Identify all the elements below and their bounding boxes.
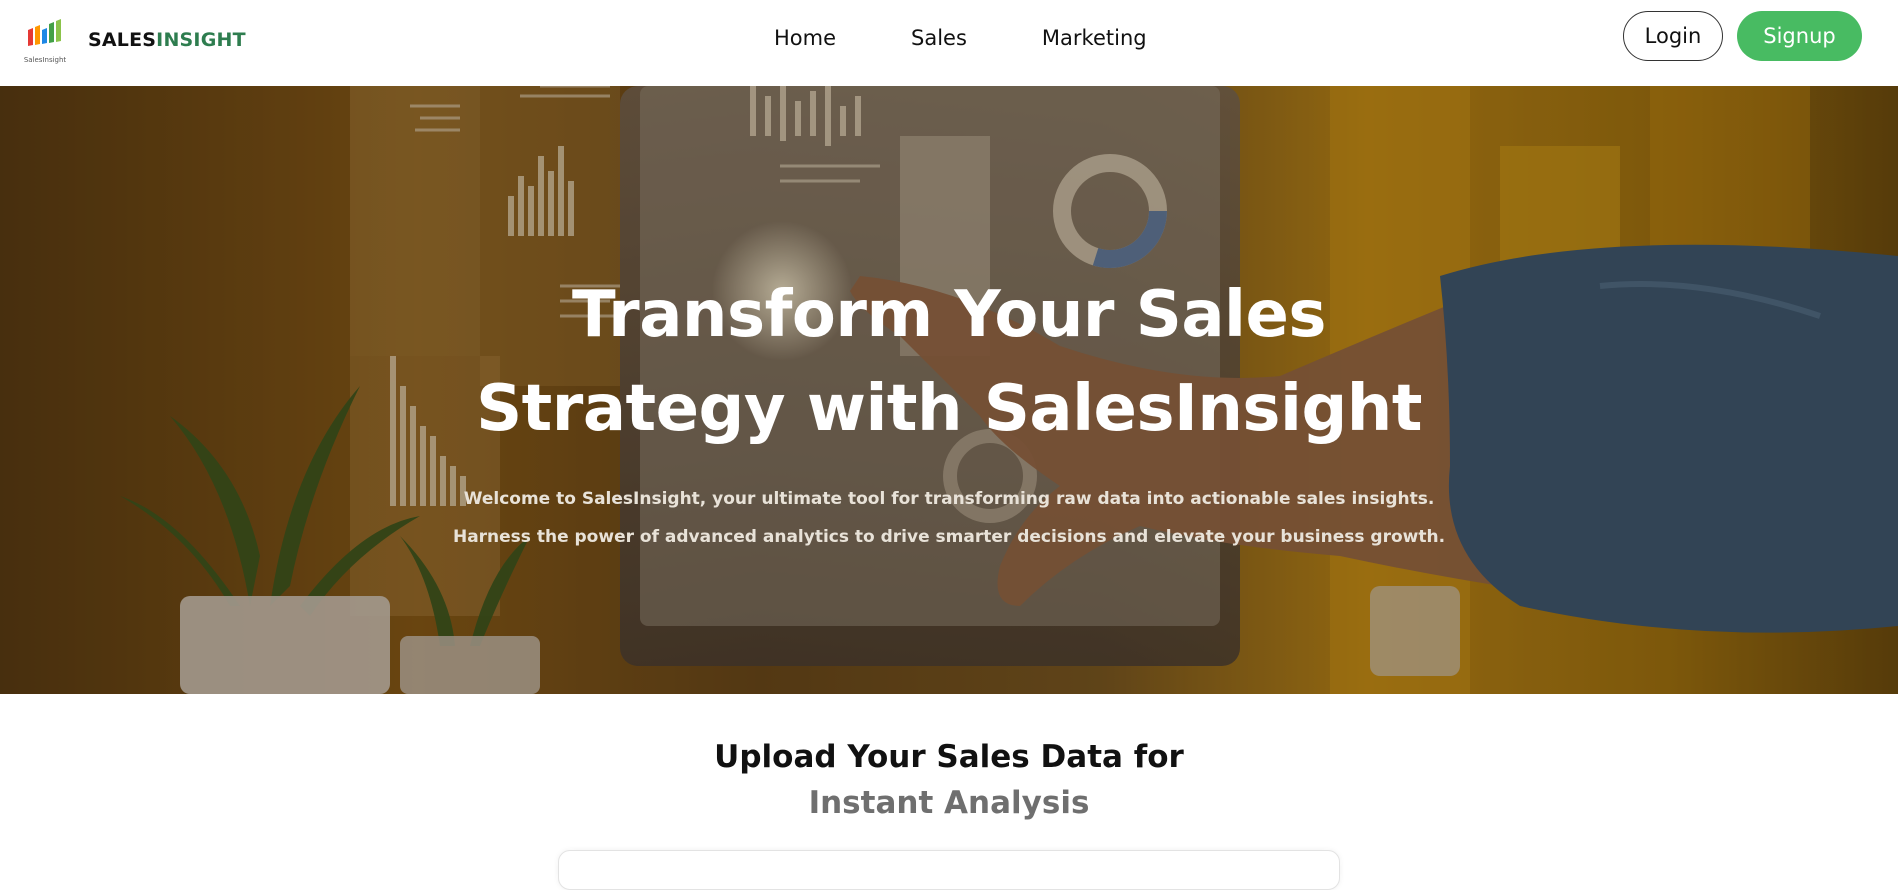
upload-section: Upload Your Sales Data for Instant Analy… [0,694,1898,890]
hero-title-line2: Strategy with SalesInsight [476,372,1422,446]
hero-banner: Transform Your Sales Strategy with Sales… [0,86,1898,694]
upload-title: Upload Your Sales Data for Instant Analy… [0,734,1898,826]
hero-subtitle: Welcome to SalesInsight, your ultimate t… [0,480,1898,556]
upload-card[interactable] [558,850,1340,890]
brand-name: SALESINSIGHT [88,29,246,51]
nav-link-marketing[interactable]: Marketing [1042,26,1147,50]
nav-link-sales[interactable]: Sales [911,26,967,50]
logo-caption: SalesInsight [23,56,67,64]
main-nav: Home Sales Marketing [774,24,1147,52]
signup-button[interactable]: Signup [1737,11,1862,61]
brand-name-part1: SALES [88,29,157,51]
salesinsight-logo-icon: SalesInsight [22,16,68,64]
upload-title-line1: Upload Your Sales Data for [714,739,1184,775]
top-navbar: SalesInsight SALESINSIGHT Home Sales Mar… [0,0,1898,86]
login-button[interactable]: Login [1623,11,1723,61]
hero-subtitle-line2: Harness the power of advanced analytics … [452,527,1446,547]
auth-buttons: Login Signup [1623,11,1862,61]
hero-title-line1: Transform Your Sales [572,278,1326,352]
hero-title: Transform Your Sales Strategy with Sales… [0,268,1898,456]
hero-content: Transform Your Sales Strategy with Sales… [0,86,1898,694]
brand-name-part2: INSIGHT [156,29,246,51]
hero-subtitle-line1: Welcome to SalesInsight, your ultimate t… [463,489,1435,509]
upload-title-line2: Instant Analysis [808,785,1090,821]
nav-link-home[interactable]: Home [774,26,836,50]
brand[interactable]: SalesInsight SALESINSIGHT [22,16,246,64]
